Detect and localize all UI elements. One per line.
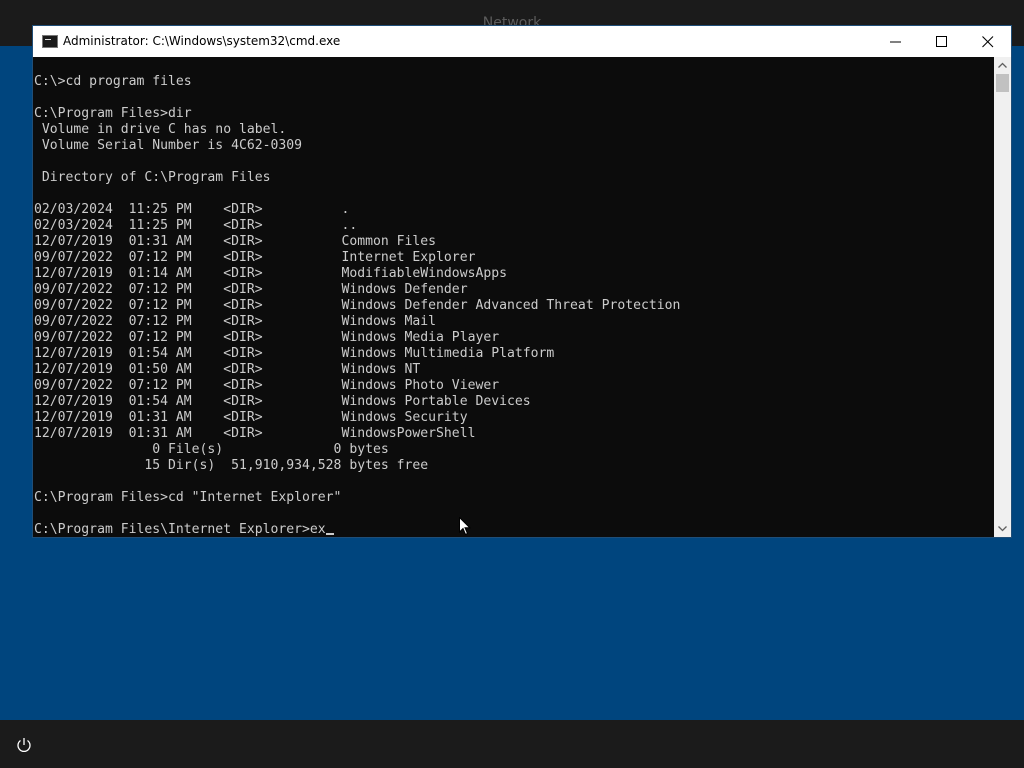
console-line: 12/07/2019 01:14 AM <DIR> ModifiableWind… [34,266,507,281]
console-line: 12/07/2019 01:50 AM <DIR> Windows NT [34,362,421,377]
console-line: 12/07/2019 01:31 AM <DIR> Common Files [34,234,437,249]
console-line: C:\>cd program files [34,74,192,89]
scroll-thumb[interactable] [996,74,1009,92]
console-line: 12/07/2019 01:31 AM <DIR> WindowsPowerSh… [34,426,476,441]
minimize-icon [890,41,901,43]
mouse-pointer-icon [459,517,471,536]
minimize-button[interactable] [873,26,919,57]
console-line: 09/07/2022 07:12 PM <DIR> Internet Explo… [34,250,476,265]
scroll-up-button[interactable] [994,57,1011,74]
maximize-button[interactable] [919,26,965,57]
scroll-down-button[interactable] [994,520,1011,537]
console-line: 12/07/2019 01:54 AM <DIR> Windows Portab… [34,394,531,409]
window-titlebar[interactable]: Administrator: C:\Windows\system32\cmd.e… [33,26,1011,57]
power-icon[interactable] [14,736,34,754]
console-line: Directory of C:\Program Files [34,170,271,185]
console-line: 15 Dir(s) 51,910,934,528 bytes free [34,458,429,473]
cmd-window[interactable]: Administrator: C:\Windows\system32\cmd.e… [33,26,1011,537]
console-line: 12/07/2019 01:31 AM <DIR> Windows Securi… [34,410,468,425]
console-line: 12/07/2019 01:54 AM <DIR> Windows Multim… [34,346,555,361]
close-icon [982,36,994,48]
console-line: Volume in drive C has no label. [34,122,287,137]
console-line: 09/07/2022 07:12 PM <DIR> Windows Defend… [34,298,681,313]
vertical-scrollbar[interactable] [994,57,1011,537]
close-button[interactable] [965,26,1011,57]
console-line: 09/07/2022 07:12 PM <DIR> Windows Media … [34,330,500,345]
console-line: C:\Program Files>cd "Internet Explorer" [34,490,342,505]
chevron-up-icon [998,62,1007,68]
console-prompt-line: C:\Program Files\Internet Explorer>ex [34,522,326,537]
console-line: 09/07/2022 07:12 PM <DIR> Windows Photo … [34,378,500,393]
console-output[interactable]: C:\>cd program files C:\Program Files>di… [33,57,994,537]
chevron-down-icon [998,526,1007,532]
console-line: C:\Program Files>dir [34,106,192,121]
console-text: C:\>cd program files C:\Program Files>di… [34,74,680,537]
console-line: 09/07/2022 07:12 PM <DIR> Windows Defend… [34,282,468,297]
cmd-icon[interactable] [42,35,58,48]
bottom-bar [0,720,1024,768]
console-line: 02/03/2024 11:25 PM <DIR> . [34,202,350,217]
text-cursor [325,533,334,535]
console-line: 09/07/2022 07:12 PM <DIR> Windows Mail [34,314,437,329]
console-line: 0 File(s) 0 bytes [34,442,389,457]
console-line: 02/03/2024 11:25 PM <DIR> .. [34,218,358,233]
window-title: Administrator: C:\Windows\system32\cmd.e… [63,34,341,48]
console-history: C:\>cd program files C:\Program Files>di… [34,74,680,505]
maximize-icon [936,36,947,47]
console-line: Volume Serial Number is 4C62-0309 [34,138,303,153]
